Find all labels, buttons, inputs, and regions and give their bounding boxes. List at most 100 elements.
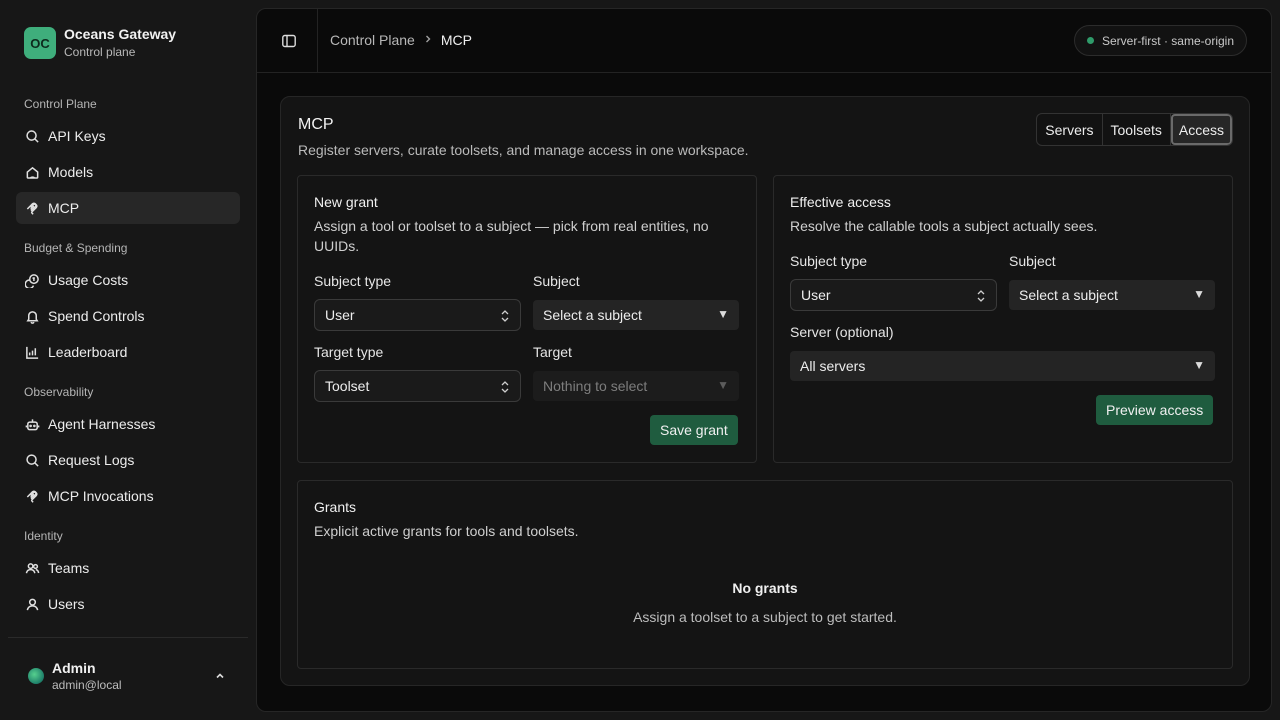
ea-subject-label: Subject bbox=[1009, 253, 1056, 269]
user-name: Admin bbox=[52, 659, 96, 676]
ea-subject-dropdown[interactable]: Select a subject ▼ bbox=[1009, 280, 1215, 310]
sidebar-item-label: MCP bbox=[48, 200, 80, 216]
subject-type-label: Subject type bbox=[314, 273, 392, 289]
sidebar: OC Oceans Gateway Control plane Control … bbox=[0, 0, 256, 720]
sidebar-item-leaderboard[interactable]: Leaderboard bbox=[16, 336, 240, 368]
tab-access[interactable]: Access bbox=[1170, 114, 1232, 145]
sidebar-item-mcp[interactable]: MCP bbox=[16, 192, 240, 224]
tab-toolsets[interactable]: Toolsets bbox=[1103, 114, 1171, 145]
breadcrumb: Control Plane MCP bbox=[330, 32, 472, 48]
target-value: Nothing to select bbox=[543, 378, 648, 394]
chevrons-up-down-icon bbox=[976, 289, 986, 303]
mcp-icon bbox=[24, 200, 40, 216]
nav-section-identity: Identity bbox=[24, 529, 63, 543]
status-badge-label: Server-first · same-origin bbox=[1101, 33, 1234, 48]
empty-state-description: Assign a toolset to a subject to get sta… bbox=[633, 609, 897, 625]
sidebar-item-label: Usage Costs bbox=[48, 272, 129, 288]
search-icon bbox=[24, 128, 40, 144]
avatar bbox=[28, 668, 44, 684]
tab-servers[interactable]: Servers bbox=[1037, 114, 1103, 145]
breadcrumb-current: MCP bbox=[440, 32, 472, 48]
brand-name: Oceans Gateway bbox=[64, 26, 177, 42]
mcp-icon bbox=[24, 488, 40, 504]
ea-subject-type-label: Subject type bbox=[790, 253, 868, 269]
home-icon bbox=[24, 164, 40, 180]
breadcrumb-parent[interactable]: Control Plane bbox=[330, 32, 415, 48]
new-grant-description: Assign a tool or toolset to a subject — … bbox=[314, 216, 709, 256]
sidebar-item-label: Models bbox=[48, 164, 94, 180]
mcp-card: MCP Register servers, curate toolsets, a… bbox=[280, 96, 1250, 686]
tabs: Servers Toolsets Access bbox=[1036, 113, 1233, 146]
sidebar-item-label: Users bbox=[48, 596, 85, 612]
ea-subject-type-value: User bbox=[801, 287, 831, 303]
target-type-value: Toolset bbox=[325, 378, 370, 394]
chevrons-up-down-icon bbox=[500, 380, 510, 394]
chevron-up-icon bbox=[214, 669, 226, 681]
target-dropdown: Nothing to select ▼ bbox=[533, 371, 739, 401]
ea-subject-value: Select a subject bbox=[1019, 287, 1118, 303]
sidebar-item-mcp-invocations[interactable]: MCP Invocations bbox=[16, 480, 240, 512]
search-icon bbox=[24, 452, 40, 468]
sidebar-item-agent-harnesses[interactable]: Agent Harnesses bbox=[16, 408, 240, 440]
chart-icon bbox=[24, 344, 40, 360]
coins-icon bbox=[24, 272, 40, 288]
effective-access-title: Effective access bbox=[790, 194, 891, 210]
triangle-down-icon: ▼ bbox=[717, 378, 729, 392]
subject-label: Subject bbox=[533, 273, 580, 289]
sidebar-divider bbox=[8, 637, 248, 638]
sidebar-item-models[interactable]: Models bbox=[16, 156, 240, 188]
subject-type-value: User bbox=[325, 307, 355, 323]
new-grant-description-line: UUIDs. bbox=[314, 238, 360, 254]
user-email: admin@local bbox=[52, 677, 122, 692]
sidebar-item-usage-costs[interactable]: Usage Costs bbox=[16, 264, 240, 296]
sidebar-item-label: Request Logs bbox=[48, 452, 135, 468]
sidebar-item-spend-controls[interactable]: Spend Controls bbox=[16, 300, 240, 332]
subject-value: Select a subject bbox=[543, 307, 642, 323]
target-label: Target bbox=[533, 344, 572, 360]
new-grant-panel: New grant Assign a tool or toolset to a … bbox=[297, 175, 757, 463]
sidebar-item-label: Teams bbox=[48, 560, 90, 576]
triangle-down-icon: ▼ bbox=[717, 307, 729, 321]
page-title: MCP bbox=[298, 116, 334, 133]
main-panel: Control Plane MCP Server-first · same-or… bbox=[256, 8, 1272, 712]
sidebar-item-api-keys[interactable]: API Keys bbox=[16, 120, 240, 152]
sidebar-item-label: API Keys bbox=[48, 128, 106, 144]
ea-subject-type-select[interactable]: User bbox=[790, 279, 997, 311]
subject-type-select[interactable]: User bbox=[314, 299, 521, 331]
user-menu[interactable]: Admin admin@local bbox=[16, 652, 240, 700]
bell-icon bbox=[24, 308, 40, 324]
empty-state-title: No grants bbox=[732, 580, 798, 596]
chevrons-up-down-icon bbox=[500, 309, 510, 323]
chevron-right-icon bbox=[423, 33, 433, 47]
brand[interactable]: OC Oceans Gateway Control plane bbox=[24, 26, 176, 60]
sidebar-item-users[interactable]: Users bbox=[16, 588, 240, 620]
server-dropdown[interactable]: All servers ▼ bbox=[790, 351, 1215, 381]
target-type-label: Target type bbox=[314, 344, 384, 360]
brand-subtitle: Control plane bbox=[64, 45, 136, 59]
nav-section-observability: Observability bbox=[24, 385, 94, 399]
user-icon bbox=[24, 596, 40, 612]
effective-access-panel: Effective access Resolve the callable to… bbox=[773, 175, 1233, 463]
bot-icon bbox=[24, 416, 40, 432]
page-description: Register servers, curate toolsets, and m… bbox=[298, 142, 749, 158]
brand-logo: OC bbox=[24, 27, 56, 59]
triangle-down-icon: ▼ bbox=[1193, 287, 1205, 301]
status-badge: Server-first · same-origin bbox=[1073, 25, 1247, 56]
sidebar-item-teams[interactable]: Teams bbox=[16, 552, 240, 584]
target-type-select[interactable]: Toolset bbox=[314, 370, 521, 402]
server-value: All servers bbox=[800, 358, 866, 374]
subject-dropdown[interactable]: Select a subject ▼ bbox=[533, 300, 739, 330]
sidebar-item-label: Leaderboard bbox=[48, 344, 128, 360]
preview-access-button[interactable]: Preview access bbox=[1096, 395, 1214, 425]
status-dot-icon bbox=[1086, 37, 1094, 44]
new-grant-title: New grant bbox=[314, 194, 378, 210]
save-grant-button[interactable]: Save grant bbox=[650, 415, 738, 445]
users-icon bbox=[24, 560, 40, 576]
new-grant-description-line: Assign a tool or toolset to a subject — … bbox=[314, 218, 709, 234]
sidebar-item-request-logs[interactable]: Request Logs bbox=[16, 444, 240, 476]
server-label: Server (optional) bbox=[790, 324, 894, 340]
sidebar-toggle-icon[interactable] bbox=[279, 31, 299, 51]
grants-panel: Grants Explicit active grants for tools … bbox=[297, 480, 1233, 669]
nav-section-control-plane: Control Plane bbox=[24, 97, 97, 111]
triangle-down-icon: ▼ bbox=[1193, 358, 1205, 372]
